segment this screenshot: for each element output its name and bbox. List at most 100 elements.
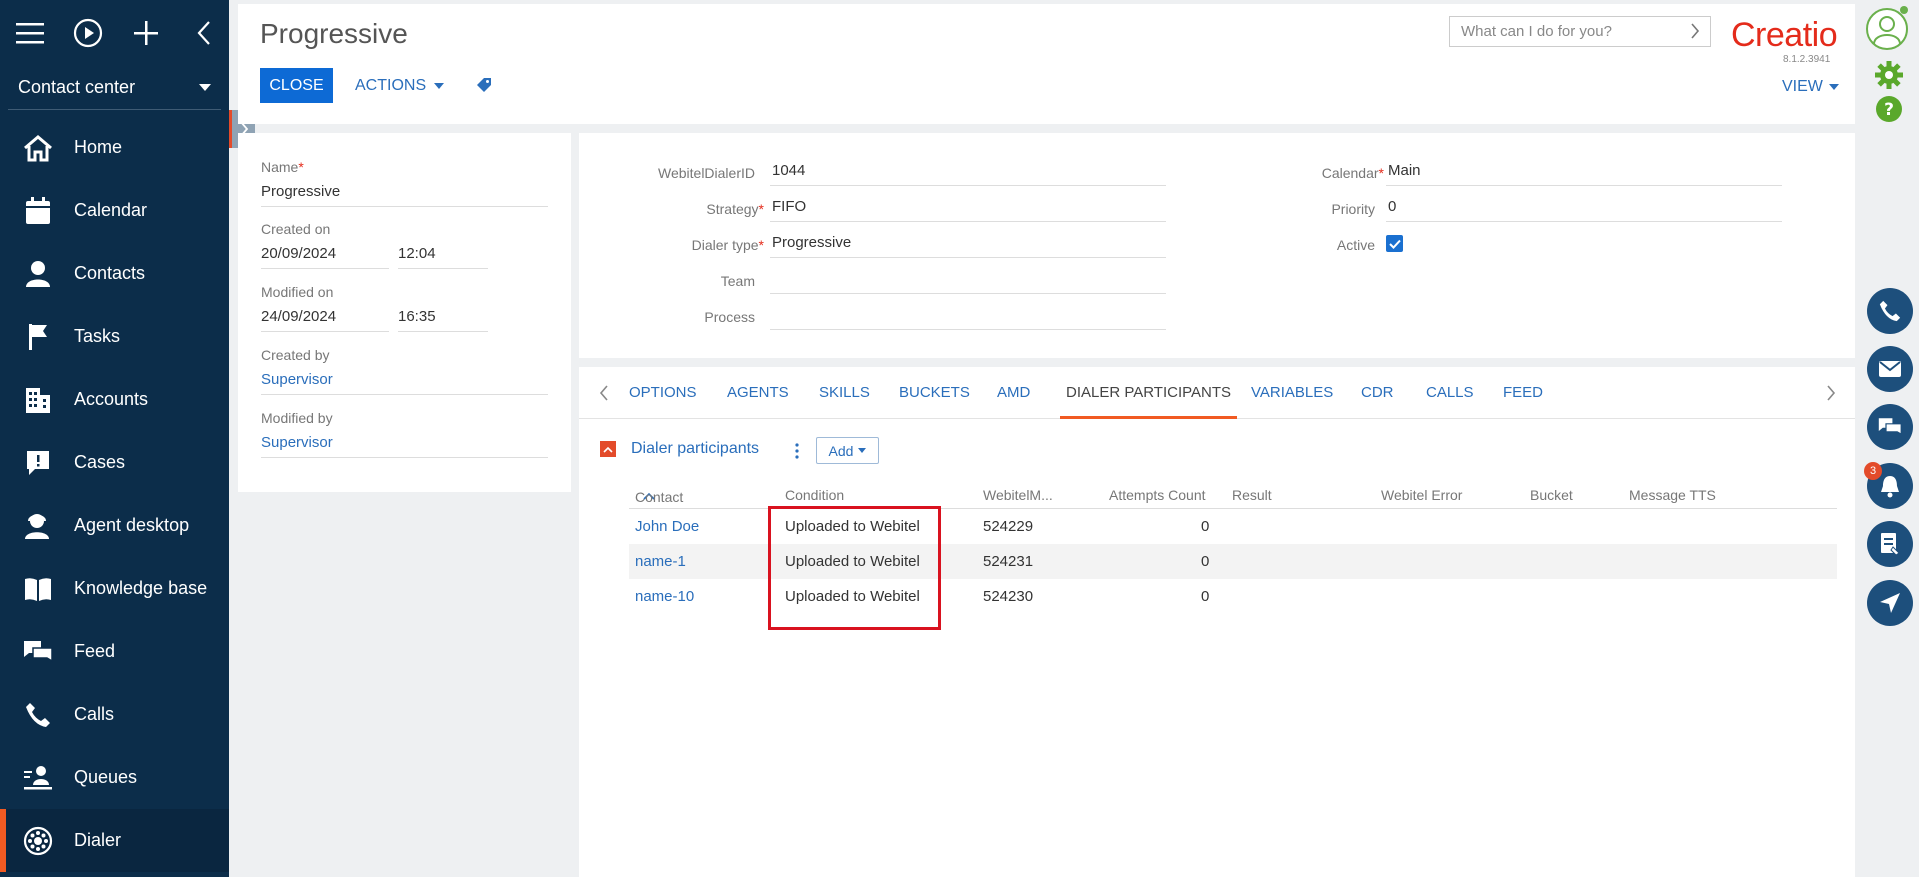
name-field[interactable]: Progressive xyxy=(261,181,548,207)
chevron-down-icon xyxy=(434,82,445,89)
sidebar-item-calendar[interactable]: Calendar xyxy=(0,179,229,242)
tab-options[interactable]: OPTIONS xyxy=(629,367,697,419)
attempts-cell: 0 xyxy=(1201,518,1210,535)
send-button[interactable] xyxy=(1867,580,1913,626)
column-header-message-tts[interactable]: Message TTS xyxy=(1629,487,1716,503)
sidebar-item-cases[interactable]: Cases xyxy=(0,431,229,494)
sidebar-item-label: Calendar xyxy=(74,200,148,220)
sidebar-item-feed[interactable]: Feed xyxy=(0,620,229,683)
user-avatar[interactable] xyxy=(1866,8,1908,50)
created-time-field[interactable]: 12:04 xyxy=(398,243,488,269)
actions-label: ACTIONS xyxy=(355,76,427,94)
version-label: 8.1.2.3941 xyxy=(1783,54,1831,65)
tab-cdr[interactable]: CDR xyxy=(1361,367,1394,419)
sidebar-item-agent-desktop[interactable]: Agent desktop xyxy=(0,494,229,557)
play-process-icon[interactable] xyxy=(72,17,104,49)
dialer-type-field[interactable]: Progressive xyxy=(770,232,1166,258)
calendar-field[interactable]: Main xyxy=(1386,160,1782,186)
sidebar-item-tasks[interactable]: Tasks xyxy=(0,305,229,368)
add-label: Add xyxy=(828,442,854,459)
modified-time-field[interactable]: 16:35 xyxy=(398,306,488,332)
tab-scroll-right-icon[interactable] xyxy=(1826,385,1836,401)
column-header-result[interactable]: Result xyxy=(1232,487,1272,503)
modified-on-label: Modified on xyxy=(261,284,334,300)
attempts-cell: 0 xyxy=(1201,588,1210,605)
tasks-feed-button[interactable] xyxy=(1867,521,1913,567)
sidebar-item-queues[interactable]: Queues xyxy=(0,746,229,809)
sidebar-item-label: Contacts xyxy=(74,263,146,283)
contact-link[interactable]: name-10 xyxy=(635,588,694,605)
sidebar-item-label: Cases xyxy=(74,452,126,472)
chat-button[interactable] xyxy=(1867,404,1913,450)
created-date-field[interactable]: 20/09/2024 xyxy=(261,243,389,269)
column-header-webitel-error[interactable]: Webitel Error xyxy=(1381,487,1462,503)
tab-buckets[interactable]: BUCKETS xyxy=(899,367,970,419)
view-button[interactable]: VIEW xyxy=(1782,78,1839,96)
tab-scroll-left-icon[interactable] xyxy=(599,385,609,401)
priority-label: Priority xyxy=(1331,201,1375,217)
gear-icon[interactable] xyxy=(1874,60,1904,95)
tab-bar: OPTIONS AGENTS SKILLS BUCKETS AMD DIALER… xyxy=(579,367,1855,419)
online-status-dot xyxy=(1900,6,1908,14)
page-header: Progressive CLOSE ACTIONS What can I do … xyxy=(238,4,1855,124)
column-header-contact[interactable]: Contact xyxy=(635,487,683,505)
sidebar-item-label: Calls xyxy=(74,704,115,724)
calendar-label: Calendar* xyxy=(1321,165,1384,181)
phone-button[interactable] xyxy=(1867,288,1913,334)
active-label: Active xyxy=(1336,237,1375,253)
sidebar-item-accounts[interactable]: Accounts xyxy=(0,368,229,431)
hamburger-menu-icon[interactable] xyxy=(14,17,46,49)
more-options-icon[interactable] xyxy=(795,443,799,464)
column-header-attempts-count[interactable]: Attempts Count xyxy=(1109,487,1206,503)
tab-feed[interactable]: FEED xyxy=(1503,367,1543,419)
document-icon xyxy=(1881,533,1900,556)
record-summary-card: Name* Progressive Created on 20/09/2024 … xyxy=(238,133,571,492)
agent-desktop-icon xyxy=(22,510,54,542)
sidebar-item-label: Dialer xyxy=(74,830,122,850)
modified-date-field[interactable]: 24/09/2024 xyxy=(261,306,389,332)
tab-variables[interactable]: VARIABLES xyxy=(1251,367,1333,419)
sidebar-item-home[interactable]: Home xyxy=(0,116,229,179)
sidebar-item-knowledge-base[interactable]: Knowledge base xyxy=(0,557,229,620)
active-checkbox[interactable] xyxy=(1386,235,1403,252)
column-header-bucket[interactable]: Bucket xyxy=(1530,487,1573,503)
strategy-field[interactable]: FIFO xyxy=(770,196,1166,222)
home-icon xyxy=(22,132,54,164)
page-title: Progressive xyxy=(260,18,408,49)
help-icon[interactable]: ? xyxy=(1874,94,1904,129)
column-header-condition[interactable]: Condition xyxy=(785,487,844,503)
tab-skills[interactable]: SKILLS xyxy=(819,367,870,419)
contact-link[interactable]: John Doe xyxy=(635,518,699,535)
modified-by-link[interactable]: Supervisor xyxy=(261,432,548,458)
tab-dialer-participants[interactable]: DIALER PARTICIPANTS xyxy=(1060,367,1238,419)
tab-agents[interactable]: AGENTS xyxy=(727,367,789,419)
workplace-selector[interactable]: Contact center xyxy=(8,66,221,110)
sidebar-item-dialer[interactable]: Dialer xyxy=(0,809,229,872)
priority-field[interactable]: 0 xyxy=(1386,196,1782,222)
collapse-detail-icon[interactable] xyxy=(600,441,616,457)
sidebar-item-calls[interactable]: Calls xyxy=(0,683,229,746)
actions-button[interactable]: ACTIONS xyxy=(355,68,445,103)
detail-title[interactable]: Dialer participants xyxy=(631,440,759,458)
add-plus-icon[interactable] xyxy=(130,17,162,49)
column-header-webitelm[interactable]: WebitelM... xyxy=(983,487,1053,503)
tab-amd[interactable]: AMD xyxy=(997,367,1030,419)
tag-icon[interactable] xyxy=(476,77,492,98)
sidebar-item-contacts[interactable]: Contacts xyxy=(0,242,229,305)
feed-icon xyxy=(22,636,54,668)
dialer-id-field[interactable]: 1044 xyxy=(770,160,1166,186)
process-field[interactable] xyxy=(770,304,1166,330)
add-participant-button[interactable]: Add xyxy=(816,437,879,464)
checkmark-icon xyxy=(1388,239,1401,249)
contacts-icon xyxy=(22,258,54,290)
close-button[interactable]: CLOSE xyxy=(260,68,333,103)
team-field[interactable] xyxy=(770,268,1166,294)
email-button[interactable] xyxy=(1867,346,1913,392)
command-search-input[interactable]: What can I do for you? xyxy=(1449,16,1711,47)
workplace-label: Contact center xyxy=(18,77,136,97)
contact-link[interactable]: name-1 xyxy=(635,553,686,570)
created-by-link[interactable]: Supervisor xyxy=(261,369,548,395)
dialer-type-label: Dialer type* xyxy=(691,237,764,253)
tab-calls[interactable]: CALLS xyxy=(1426,367,1474,419)
collapse-left-icon[interactable] xyxy=(188,17,220,49)
